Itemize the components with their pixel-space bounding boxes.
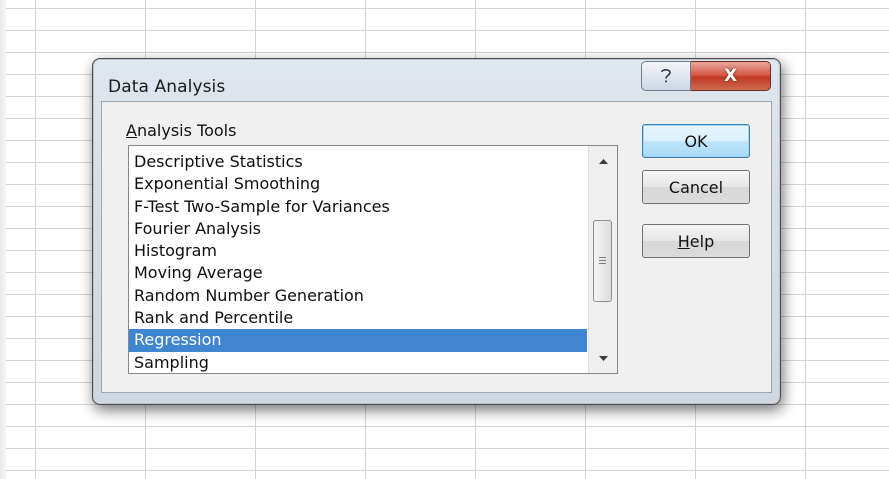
dialog-body: Analysis Tools Descriptive Statistics Exp… (101, 101, 772, 393)
grip-icon (599, 256, 606, 266)
title-bar-buttons: X (641, 61, 771, 93)
sheet-edge (0, 0, 6, 479)
list-item[interactable]: Rank and Percentile (129, 307, 587, 329)
scroll-down-button[interactable] (589, 345, 617, 371)
title-help-button[interactable] (641, 61, 691, 91)
list-item[interactable]: Descriptive Statistics (129, 151, 587, 173)
dialog-title: Data Analysis (108, 77, 226, 97)
scroll-thumb[interactable] (593, 220, 612, 302)
list-item[interactable]: Regression (129, 329, 587, 352)
scroll-up-button[interactable] (589, 148, 617, 174)
analysis-tools-listbox[interactable]: Descriptive Statistics Exponential Smooth… (128, 145, 618, 374)
list-item[interactable]: Fourier Analysis (129, 218, 587, 240)
listbox-scrollbar[interactable] (588, 146, 617, 373)
data-analysis-dialog: Data Analysis X Analysis Tools Descripti… (92, 58, 781, 405)
list-item[interactable]: Histogram (129, 240, 587, 262)
ok-button[interactable]: OK (642, 124, 750, 158)
cancel-button[interactable]: Cancel (642, 170, 750, 204)
list-item[interactable]: Sampling (129, 352, 587, 373)
chevron-up-icon (598, 158, 608, 164)
close-icon: X (723, 66, 738, 86)
question-mark-icon (661, 69, 671, 83)
list-item[interactable]: Random Number Generation (129, 285, 587, 307)
list-item[interactable]: Exponential Smoothing (129, 173, 587, 195)
help-button[interactable]: Help (642, 224, 750, 258)
chevron-down-icon (598, 355, 608, 361)
list-item[interactable]: Moving Average (129, 262, 587, 284)
analysis-tools-label: Analysis Tools (126, 121, 237, 140)
analysis-tools-list: Descriptive Statistics Exponential Smooth… (129, 151, 587, 373)
list-item[interactable]: F-Test Two-Sample for Variances (129, 196, 587, 218)
close-button[interactable]: X (691, 61, 771, 91)
